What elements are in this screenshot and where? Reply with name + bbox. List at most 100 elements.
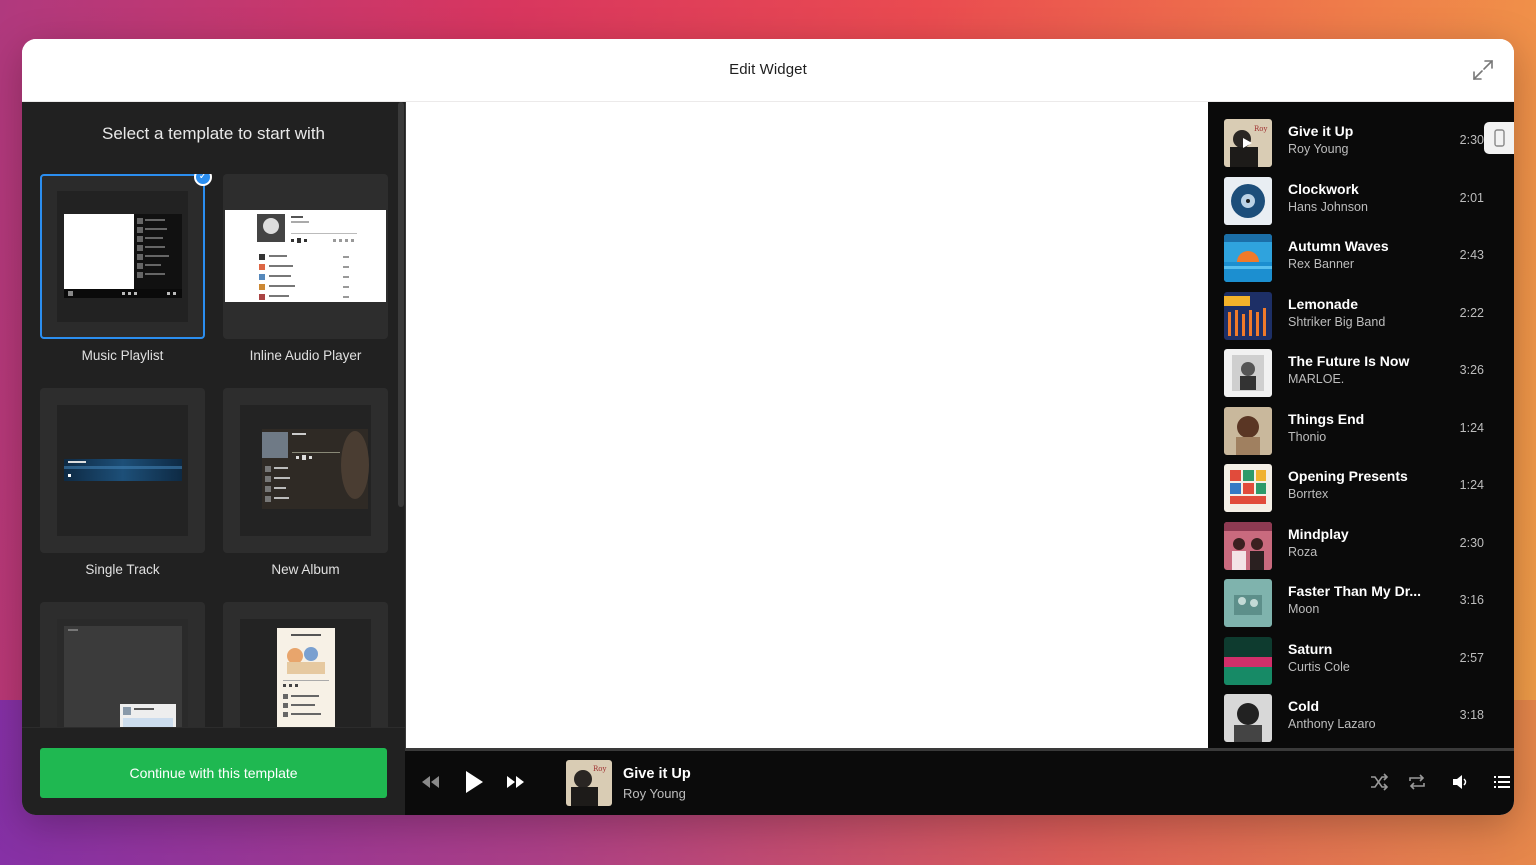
track-artist: Shtriker Big Band: [1288, 315, 1386, 329]
track-duration: 2:30: [1459, 536, 1484, 550]
inline-audio-player-preview: [225, 210, 386, 302]
svg-text:Roy: Roy: [1254, 125, 1267, 133]
track-title: Saturn: [1288, 641, 1333, 657]
repeat-icon[interactable]: [1407, 773, 1427, 791]
track-duration: 2:30: [1459, 133, 1484, 147]
track-artist: Curtis Cole: [1288, 660, 1350, 674]
track-duration: 2:22: [1459, 306, 1484, 320]
album-art: [1224, 464, 1272, 512]
template-label: New Album: [271, 562, 340, 577]
album-art: Roy: [1224, 119, 1272, 167]
album-art: [1224, 522, 1272, 570]
track-row[interactable]: Saturn Curtis Cole 2:57: [1208, 633, 1514, 689]
volume-icon[interactable]: [1450, 772, 1470, 792]
track-title: Clockwork: [1288, 181, 1359, 197]
sidebar-scrollbar[interactable]: [398, 102, 404, 507]
track-row[interactable]: Things End Thonio 1:24: [1208, 403, 1514, 459]
template-thumbnail[interactable]: [40, 388, 205, 553]
template-thumbnail[interactable]: [223, 602, 388, 727]
album-art: [1224, 177, 1272, 225]
album-art: [1224, 292, 1272, 340]
album-art: [1224, 637, 1272, 685]
album-art: [1224, 694, 1272, 742]
track-row[interactable]: Clockwork Hans Johnson 2:01: [1208, 173, 1514, 229]
sidebar-heading: Select a template to start with: [102, 124, 325, 143]
template-thumbnail[interactable]: [223, 174, 388, 339]
track-duration: 1:24: [1459, 478, 1484, 492]
track-row[interactable]: Roy Give it Up Roy Young 2:30: [1208, 115, 1514, 171]
fast-forward-icon[interactable]: [505, 773, 527, 791]
track-title: Cold: [1288, 698, 1320, 714]
track-title: The Future Is Now: [1288, 353, 1410, 369]
track-duration: 3:18: [1459, 708, 1484, 722]
template-5-preview: [57, 619, 188, 727]
template-card-5[interactable]: [40, 602, 205, 727]
template-label: Music Playlist: [81, 348, 164, 363]
now-playing-artist: Roy Young: [623, 786, 686, 801]
track-duration: 3:16: [1459, 593, 1484, 607]
track-artist: Moon: [1288, 602, 1320, 616]
track-title: Give it Up: [1288, 123, 1354, 139]
playlist-panel: Roy Give it Up Roy Young 2:30 Clockwork …: [1208, 102, 1514, 748]
track-duration: 2:01: [1459, 191, 1484, 205]
track-row[interactable]: The Future Is Now MARLOE. 3:26: [1208, 345, 1514, 401]
template-thumbnail[interactable]: [223, 388, 388, 553]
track-duration: 3:26: [1459, 363, 1484, 377]
template-sidebar: Select a template to start with ✓ Music …: [22, 102, 405, 815]
album-art: [1224, 234, 1272, 282]
track-row[interactable]: Mindplay Roza 2:30: [1208, 518, 1514, 574]
template-music-playlist[interactable]: ✓ Music Playlist: [40, 174, 212, 363]
mobile-preview-toggle[interactable]: [1484, 122, 1514, 154]
shuffle-icon[interactable]: [1369, 773, 1389, 791]
list-icon[interactable]: [1492, 773, 1512, 791]
track-title: Mindplay: [1288, 526, 1349, 542]
now-playing-art: Roy: [566, 760, 612, 806]
track-artist: MARLOE.: [1288, 372, 1345, 386]
track-title: Lemonade: [1288, 296, 1359, 312]
expand-icon[interactable]: [1470, 57, 1496, 83]
track-row[interactable]: Lemonade Shtriker Big Band 2:22: [1208, 288, 1514, 344]
template-thumbnail[interactable]: [40, 602, 205, 727]
track-title: Opening Presents: [1288, 468, 1408, 484]
music-playlist-preview: [57, 191, 188, 322]
track-duration: 2:57: [1459, 651, 1484, 665]
widget-preview-canvas: [405, 102, 1208, 748]
continue-with-template-button[interactable]: Continue with this template: [40, 748, 387, 798]
track-artist: Rex Banner: [1288, 257, 1355, 271]
template-thumbnail[interactable]: [40, 174, 205, 339]
track-title: Autumn Waves: [1288, 238, 1389, 254]
edit-widget-window: Edit Widget Select a template to start w…: [22, 39, 1514, 815]
titlebar: Edit Widget: [22, 39, 1514, 102]
track-duration: 2:43: [1459, 248, 1484, 262]
player-bar: Roy Give it Up Roy Young: [405, 748, 1514, 815]
sidebar-footer: Continue with this template: [22, 727, 405, 815]
template-single-track[interactable]: Single Track: [40, 388, 205, 577]
track-row[interactable]: Opening Presents Borrtex 1:24: [1208, 460, 1514, 516]
single-track-preview: [57, 405, 188, 536]
template-label: Single Track: [85, 562, 160, 577]
window-title: Edit Widget: [729, 61, 807, 78]
template-inline-audio-player[interactable]: Inline Audio Player: [223, 174, 388, 363]
track-title: Things End: [1288, 411, 1365, 427]
track-title: Faster Than My Dr...: [1288, 583, 1422, 599]
track-artist: Thonio: [1288, 430, 1327, 444]
phone-icon: [1494, 129, 1505, 147]
track-row[interactable]: Autumn Waves Rex Banner 2:43: [1208, 230, 1514, 286]
album-art: [1224, 407, 1272, 455]
rewind-icon[interactable]: [419, 773, 441, 791]
play-icon[interactable]: [462, 769, 486, 795]
track-artist: Roza: [1288, 545, 1318, 559]
track-artist: Borrtex: [1288, 487, 1329, 501]
track-row[interactable]: Faster Than My Dr... Moon 3:16: [1208, 575, 1514, 631]
album-art: [1224, 579, 1272, 627]
track-row[interactable]: Cold Anthony Lazaro 3:18: [1208, 690, 1514, 746]
template-new-album[interactable]: New Album: [223, 388, 388, 577]
now-playing-title: Give it Up: [623, 766, 691, 782]
track-artist: Anthony Lazaro: [1288, 717, 1376, 731]
track-artist: Roy Young: [1288, 142, 1349, 156]
template-grid: ✓ Music Playlist Inline Audio Player Sin…: [40, 174, 388, 727]
album-art: [1224, 349, 1272, 397]
svg-text:Roy: Roy: [593, 765, 606, 773]
template-card-6[interactable]: [223, 602, 388, 727]
template-6-preview: [240, 619, 371, 727]
